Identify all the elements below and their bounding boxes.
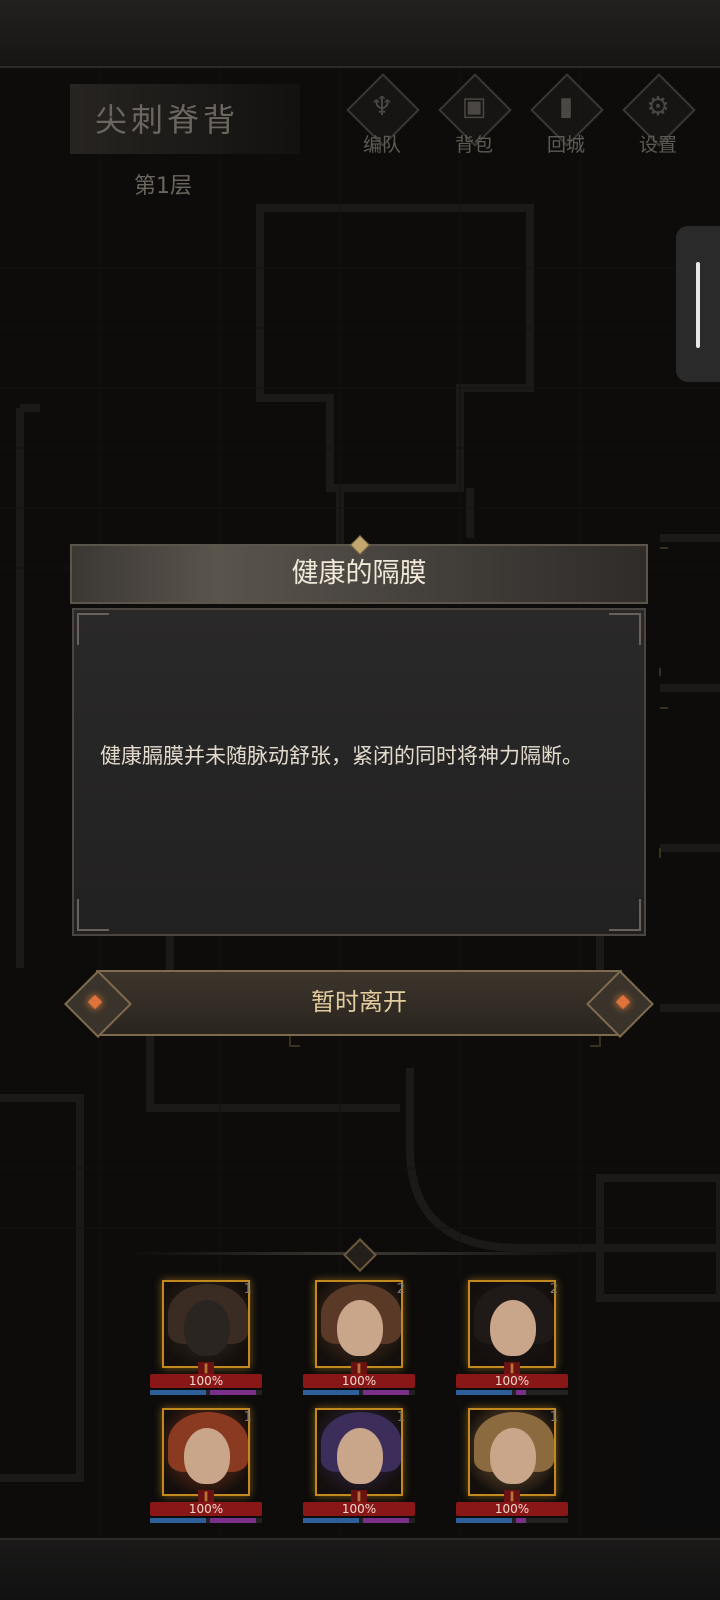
floor-label: 第1层 (134, 174, 192, 199)
leave-button[interactable]: 暂时离开 (64, 970, 654, 1038)
hero-portrait (162, 1408, 250, 1496)
energy-bar (456, 1518, 568, 1523)
hero-slot-number: 2 (549, 1282, 558, 1297)
hero-portrait (315, 1408, 403, 1496)
dialog-header: 健康的隔膜 (70, 535, 648, 604)
hero-card-blonde-woman[interactable]: 1 ‖ 100% (456, 1408, 568, 1534)
hp-bar: 100% (456, 1502, 568, 1516)
hp-bar: 100% (456, 1374, 568, 1388)
hero-face (184, 1428, 230, 1484)
team-label: 编队 (362, 134, 401, 156)
dialog-title: 健康的隔膜 (291, 558, 427, 589)
hp-bar: 100% (303, 1374, 415, 1388)
door-exit-icon: ▮ (558, 92, 574, 122)
hp-percent: 100% (188, 1374, 224, 1388)
hp-percent: 100% (494, 1374, 530, 1388)
mana-fill (150, 1390, 206, 1395)
hero-face (337, 1428, 383, 1484)
bag-button[interactable]: ▣ 背包 (434, 73, 514, 158)
hero-card-dark-hair-woman[interactable]: 2 ‖ 100% (456, 1280, 568, 1406)
hp-percent: 100% (494, 1502, 530, 1516)
rage-fill (363, 1390, 409, 1395)
dialog-description: 健康膈膜并未随脉动舒张，紧闭的同时将神力隔断。 (100, 744, 583, 768)
rage-fill (363, 1518, 409, 1523)
hero-portrait (315, 1280, 403, 1368)
mana-fill (303, 1390, 359, 1395)
hero-card-purple-hair-elf[interactable]: 1 ‖ 100% (303, 1408, 415, 1534)
hero-face (337, 1300, 383, 1356)
energy-bar (150, 1518, 262, 1523)
dialog-body: 健康膈膜并未随脉动舒张，紧闭的同时将神力隔断。 (72, 608, 646, 936)
backpack-icon: ▣ (461, 92, 487, 122)
hp-bar: 100% (150, 1374, 262, 1388)
gear-icon: ⚙ (646, 92, 670, 122)
hero-face (490, 1300, 536, 1356)
hero-slot-number: 1 (549, 1410, 558, 1425)
corner-ornament (609, 899, 641, 931)
rage-fill (210, 1390, 256, 1395)
leave-button-label: 暂时离开 (311, 988, 407, 1016)
settings-label: 设置 (638, 134, 677, 156)
hero-face (490, 1428, 536, 1484)
corner-ornament (77, 613, 109, 645)
energy-bar (150, 1390, 262, 1395)
corner-ornament (609, 613, 641, 645)
mana-fill (150, 1518, 206, 1523)
handle-bar (696, 262, 700, 348)
return-label: 回城 (546, 134, 585, 156)
side-drawer-handle[interactable] (676, 226, 720, 382)
hero-card-red-hair-woman[interactable]: 1 ‖ 100% (150, 1408, 262, 1534)
rage-fill (516, 1390, 526, 1395)
hero-portrait (468, 1280, 556, 1368)
hp-percent: 100% (188, 1502, 224, 1516)
horned-helmet-icon: ♆ (370, 92, 394, 122)
energy-bar (456, 1390, 568, 1395)
hp-percent: 100% (341, 1502, 377, 1516)
rage-fill (516, 1518, 526, 1523)
hero-slot-number: 1 (243, 1410, 252, 1425)
hero-card-dragon[interactable]: 1 ‖ 100% (150, 1280, 262, 1406)
hp-bar: 100% (303, 1502, 415, 1516)
mana-fill (456, 1518, 512, 1523)
bag-label: 背包 (454, 134, 493, 156)
mana-fill (303, 1518, 359, 1523)
rage-fill (210, 1518, 256, 1523)
top-frame (0, 0, 720, 70)
team-button[interactable]: ♆ 编队 (342, 73, 422, 158)
energy-bar (303, 1518, 415, 1523)
hero-portrait (468, 1408, 556, 1496)
hero-slot-number: 2 (396, 1282, 405, 1297)
hero-portrait (162, 1280, 250, 1368)
settings-button[interactable]: ⚙ 设置 (618, 73, 698, 158)
energy-bar (303, 1390, 415, 1395)
hp-percent: 100% (341, 1374, 377, 1388)
return-town-button[interactable]: ▮ 回城 (526, 73, 606, 158)
hero-card-brown-hair-woman[interactable]: 2 ‖ 100% (303, 1280, 415, 1406)
hp-bar: 100% (150, 1502, 262, 1516)
hero-face (184, 1300, 230, 1356)
mana-fill (456, 1390, 512, 1395)
map-title: 尖刺脊背 (95, 101, 240, 139)
hero-slot-number: 1 (396, 1410, 405, 1425)
hero-slot-number: 1 (243, 1282, 252, 1297)
corner-ornament (77, 899, 109, 931)
bottom-frame (0, 1538, 720, 1600)
